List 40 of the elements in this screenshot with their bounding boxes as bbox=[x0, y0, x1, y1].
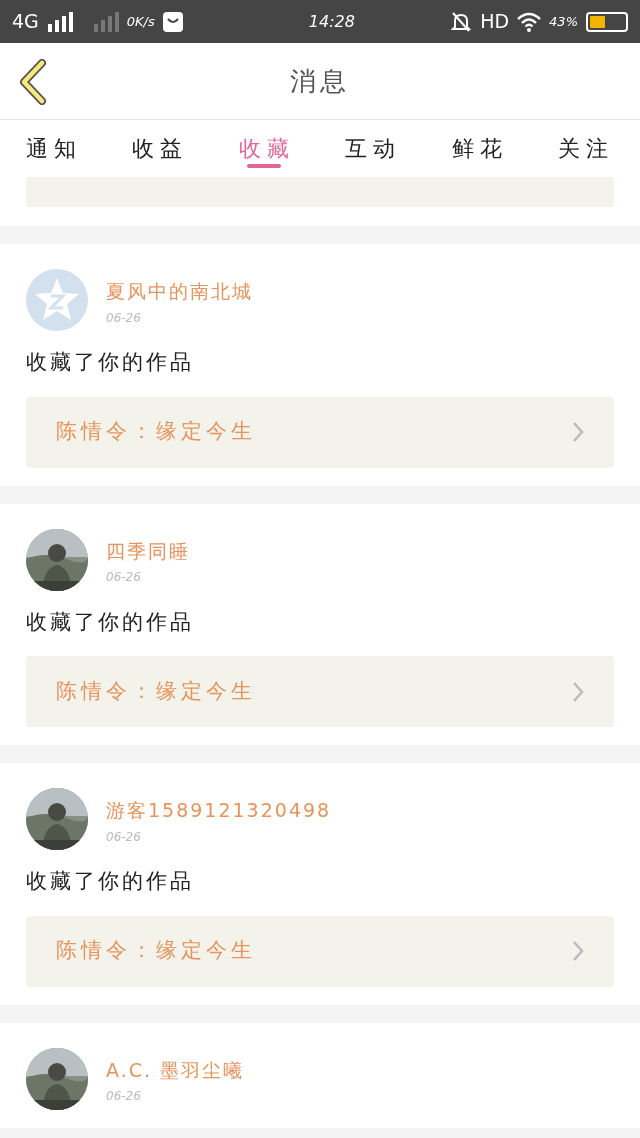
network-type: 4G bbox=[12, 9, 39, 35]
user-name[interactable]: 四季同睡 bbox=[106, 536, 190, 565]
tab[interactable]: 关注 bbox=[557, 120, 614, 176]
chevron-right-icon bbox=[572, 940, 584, 962]
tab[interactable]: 通知 bbox=[26, 120, 82, 176]
work-title: 陈情令：缘定今生 bbox=[56, 937, 256, 965]
network-speed: 0K/s bbox=[126, 12, 155, 31]
date: 06-26 bbox=[106, 828, 142, 846]
user-name[interactable]: 夏风中的南北城 bbox=[106, 277, 253, 306]
battery-icon bbox=[586, 11, 628, 32]
date: 06-26 bbox=[106, 1088, 142, 1105]
user-name[interactable]: A.C. 墨羽尘曦 bbox=[106, 1055, 245, 1084]
work-title: 陈情令：缘定今生 bbox=[56, 677, 256, 705]
work-link-card[interactable]: 陈情令：缘定今生 bbox=[26, 396, 614, 468]
message-text: 收藏了你的作品 bbox=[26, 349, 195, 376]
battery-percent: 43% bbox=[549, 12, 578, 31]
signal-icon bbox=[46, 11, 73, 32]
tab[interactable]: 收藏 bbox=[238, 120, 295, 176]
chevron-right-icon bbox=[572, 421, 584, 443]
hd-label: HD bbox=[480, 9, 510, 35]
work-link-card[interactable]: 陈情令：缘定今生 bbox=[26, 656, 614, 727]
back-icon[interactable] bbox=[18, 59, 48, 105]
user-name[interactable]: 游客1589121320498 bbox=[106, 796, 332, 825]
tab-indicator bbox=[246, 164, 281, 168]
page-title: 消息 bbox=[290, 64, 350, 98]
work-title: 陈情令：缘定今生 bbox=[56, 418, 256, 446]
clock: 14:28 bbox=[308, 10, 355, 33]
message-text: 收藏了你的作品 bbox=[26, 868, 195, 895]
wifi-icon bbox=[517, 11, 542, 32]
date: 06-26 bbox=[106, 569, 142, 586]
tab[interactable]: 鲜花 bbox=[451, 120, 508, 176]
bell-muted-icon bbox=[450, 10, 473, 33]
tab[interactable]: 收益 bbox=[132, 120, 189, 176]
tab[interactable]: 互动 bbox=[345, 120, 402, 176]
work-link-card[interactable]: 陈情令：缘定今生 bbox=[26, 915, 614, 987]
chevron-right-icon bbox=[572, 680, 584, 703]
shopping-bag-icon bbox=[162, 11, 183, 32]
date: 06-26 bbox=[106, 309, 142, 327]
message-text: 收藏了你的作品 bbox=[26, 608, 195, 636]
signal-icon bbox=[92, 11, 119, 32]
